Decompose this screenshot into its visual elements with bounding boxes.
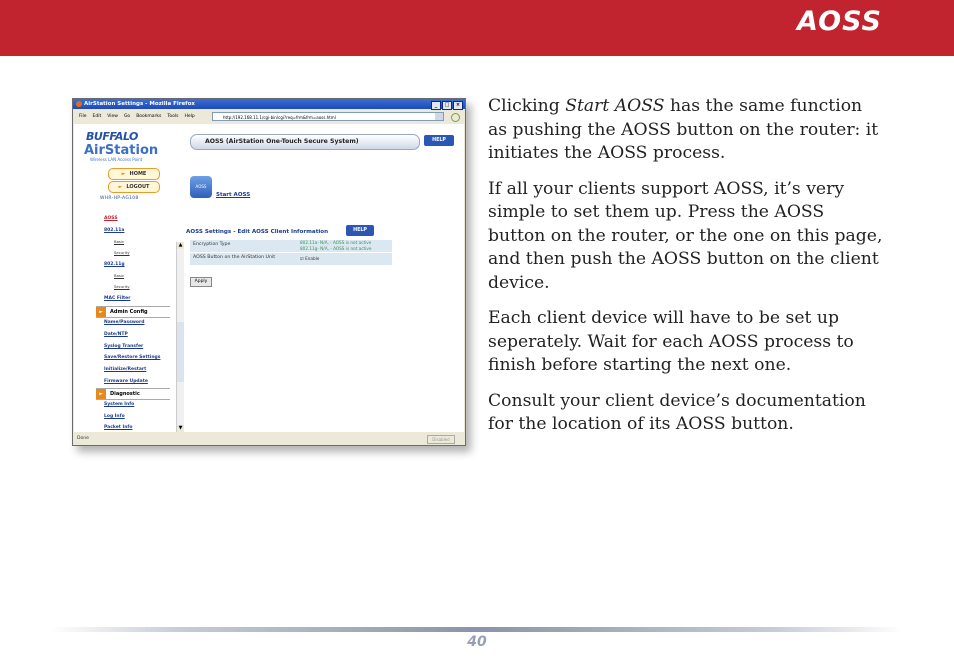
nav-packet-info[interactable]: Packet Info bbox=[104, 425, 132, 430]
nav-security-g[interactable]: Security bbox=[114, 284, 130, 289]
arrow-icon: ► bbox=[96, 389, 106, 399]
paragraph: If all your clients support AOSS, it’s v… bbox=[488, 178, 883, 293]
model-label: WHR-HP-AG108 bbox=[100, 196, 139, 201]
nav-basic-a[interactable]: Basic bbox=[114, 239, 124, 244]
category-admin-config[interactable]: ► Admin Config bbox=[96, 306, 170, 318]
close-button[interactable]: × bbox=[453, 101, 463, 110]
start-aoss-emphasis: Start AOSS bbox=[565, 96, 665, 116]
page-banner: AOSS (AirStation One-Touch Secure System… bbox=[190, 134, 420, 150]
menu-tools[interactable]: Tools bbox=[167, 114, 178, 119]
paragraph: Each client device will have to be set u… bbox=[488, 308, 854, 375]
airstation-logo: AirStation bbox=[84, 143, 159, 158]
minimize-button[interactable]: _ bbox=[431, 101, 441, 110]
body-text: Clicking Start AOSS has the same functio… bbox=[488, 95, 883, 449]
menu-edit[interactable]: Edit bbox=[93, 114, 102, 119]
nav-basic-g[interactable]: Basic bbox=[114, 273, 124, 278]
page-viewport: BUFFALO AirStation Wireless LAN Access P… bbox=[74, 124, 464, 432]
nav-firmware[interactable]: Firmware Update bbox=[104, 379, 148, 384]
logo-tagline: Wireless LAN Access Point bbox=[90, 157, 143, 162]
arrow-icon: ► bbox=[96, 307, 106, 317]
footer-rule bbox=[50, 627, 904, 632]
help-button-settings[interactable]: HELP bbox=[346, 225, 374, 236]
browser-screenshot: AirStation Settings - Mozilla Firefox _ □… bbox=[72, 98, 466, 446]
section-title: AOSS bbox=[797, 6, 882, 37]
nav-initialize[interactable]: Initialize/Restart bbox=[104, 367, 146, 372]
paragraph: Consult your client device’s documentati… bbox=[488, 390, 866, 435]
start-aoss-link[interactable]: Start AOSS bbox=[216, 192, 250, 198]
menu-file[interactable]: File bbox=[79, 114, 87, 119]
table-row: Encryption Type 802.11a- N/A, - AOSS is … bbox=[190, 240, 392, 252]
page-number: 40 bbox=[467, 634, 487, 650]
aoss-icon[interactable]: AOSS bbox=[190, 176, 212, 198]
url-input[interactable]: http://192.168.11.1/cgi-bin/cgi?req=frm&… bbox=[212, 112, 444, 121]
settings-table: Encryption Type 802.11a- N/A, - AOSS is … bbox=[190, 240, 392, 266]
nav-name-password[interactable]: Name/Password bbox=[104, 320, 144, 325]
nav-802-11a[interactable]: 802.11a bbox=[104, 228, 124, 233]
frame-scrollbar[interactable]: ▲ ▼ bbox=[176, 242, 184, 432]
settings-title: AOSS Settings - Edit AOSS Client Informa… bbox=[186, 229, 329, 235]
nav-syslog[interactable]: Syslog Transfer bbox=[104, 344, 143, 349]
nav-security-a[interactable]: Security bbox=[114, 250, 130, 255]
arrow-icon: ► bbox=[118, 184, 123, 190]
home-button[interactable]: ► HOME bbox=[108, 168, 160, 180]
nav-mac-filter[interactable]: MAC Filter bbox=[104, 296, 130, 301]
paragraph: Clicking Start AOSS has the same functio… bbox=[488, 96, 879, 163]
go-icon[interactable] bbox=[451, 113, 460, 122]
encryption-type-label: Encryption Type bbox=[193, 242, 231, 247]
aoss-button-enable-checkbox[interactable]: ☑ Enable bbox=[300, 256, 319, 262]
arrow-icon: ► bbox=[121, 171, 126, 177]
content-frame: AOSS (AirStation One-Touch Secure System… bbox=[186, 124, 462, 432]
nav-802-11g[interactable]: 802.11g bbox=[104, 262, 125, 267]
window-titlebar: AirStation Settings - Mozilla Firefox _ □… bbox=[73, 99, 465, 110]
sidebar: BUFFALO AirStation Wireless LAN Access P… bbox=[74, 124, 174, 432]
help-button[interactable]: HELP bbox=[424, 135, 454, 146]
logout-button[interactable]: ► LOGOUT bbox=[108, 181, 160, 193]
category-diagnostic[interactable]: ► Diagnostic bbox=[96, 388, 170, 400]
menu-view[interactable]: View bbox=[107, 114, 118, 119]
maximize-button[interactable]: □ bbox=[442, 101, 452, 110]
table-row: AOSS Button on the AirStation Unit ☑ Ena… bbox=[190, 253, 392, 265]
status-text: Done bbox=[77, 436, 89, 441]
window-title: AirStation Settings - Mozilla Firefox bbox=[84, 101, 195, 107]
scroll-up-icon[interactable]: ▲ bbox=[177, 242, 184, 249]
buffalo-logo: BUFFALO bbox=[86, 130, 138, 143]
nav-save-restore[interactable]: Save/Restore Settings bbox=[104, 355, 160, 360]
firefox-icon bbox=[76, 101, 82, 107]
status-bar: Done Disabled bbox=[73, 433, 465, 445]
apply-button[interactable]: Apply bbox=[190, 277, 212, 287]
scroll-thumb[interactable] bbox=[177, 322, 184, 382]
nav-aoss[interactable]: AOSS bbox=[104, 216, 118, 221]
menu-go[interactable]: Go bbox=[124, 114, 130, 119]
nav-date-ntp[interactable]: Date/NTP bbox=[104, 332, 128, 337]
aoss-button-label: AOSS Button on the AirStation Unit bbox=[193, 255, 276, 260]
url-text: http://192.168.11.1/cgi-bin/cgi?req=frm&… bbox=[223, 115, 336, 120]
encryption-type-value: 802.11a- N/A, - AOSS is not active 802.11… bbox=[300, 240, 372, 251]
nav-system-info[interactable]: System Info bbox=[104, 402, 134, 407]
nav-log-info[interactable]: Log Info bbox=[104, 414, 125, 419]
status-indicator: Disabled bbox=[427, 435, 455, 444]
menu-bookmarks[interactable]: Bookmarks bbox=[136, 114, 161, 119]
menu-help[interactable]: Help bbox=[184, 114, 194, 119]
scroll-down-icon[interactable]: ▼ bbox=[177, 425, 184, 432]
url-dropdown-icon[interactable] bbox=[435, 113, 443, 120]
